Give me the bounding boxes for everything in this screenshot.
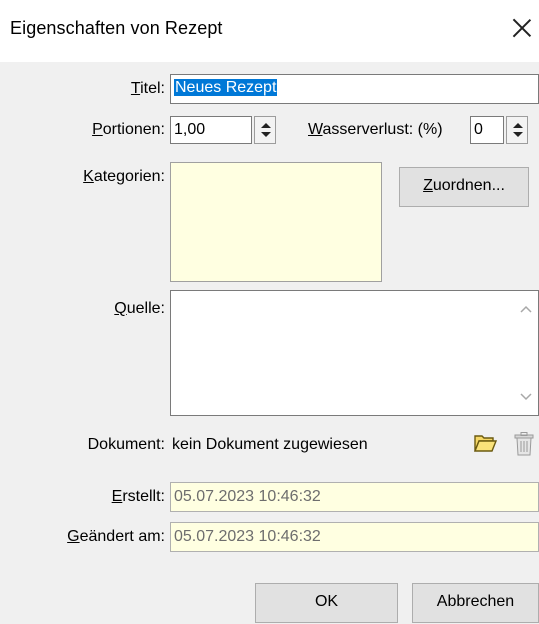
titel-input[interactable]: Neues Rezept bbox=[170, 74, 539, 104]
cancel-button[interactable]: Abbrechen bbox=[412, 583, 539, 623]
properties-dialog: Eigenschaften von Rezept Titel: Neues Re… bbox=[0, 0, 539, 624]
spin-up-icon[interactable] bbox=[261, 123, 271, 128]
spin-down-icon[interactable] bbox=[513, 132, 523, 137]
quelle-textarea[interactable] bbox=[170, 290, 539, 416]
zuordnen-button[interactable]: Zuordnen... bbox=[399, 167, 529, 207]
geaendert-field: 05.07.2023 10:46:32 bbox=[170, 522, 539, 552]
portionen-label: Portionen: bbox=[92, 121, 165, 138]
folder-open-icon[interactable] bbox=[473, 432, 498, 454]
spin-down-icon[interactable] bbox=[261, 132, 271, 137]
close-icon[interactable] bbox=[508, 14, 536, 42]
kategorien-list[interactable] bbox=[170, 162, 382, 282]
portionen-input[interactable]: 1,00 bbox=[170, 116, 252, 144]
trash-icon[interactable] bbox=[513, 432, 535, 456]
window-title: Eigenschaften von Rezept bbox=[10, 18, 223, 38]
spin-up-icon[interactable] bbox=[513, 123, 523, 128]
scroll-up-icon[interactable] bbox=[519, 302, 533, 316]
portionen-spinner[interactable] bbox=[254, 116, 276, 144]
geaendert-value: 05.07.2023 10:46:32 bbox=[174, 528, 321, 545]
ok-button[interactable]: OK bbox=[255, 583, 398, 623]
portionen-value: 1,00 bbox=[174, 121, 206, 138]
kategorien-label: Kategorien: bbox=[83, 168, 165, 185]
wasserverlust-value: 0 bbox=[474, 121, 483, 138]
titel-label: Titel: bbox=[130, 80, 165, 97]
geaendert-label: Geändert am: bbox=[67, 528, 165, 545]
title-bar: Eigenschaften von Rezept bbox=[0, 0, 539, 62]
wasserverlust-label: Wasserverlust: (%) bbox=[308, 121, 443, 138]
erstellt-value: 05.07.2023 10:46:32 bbox=[174, 488, 321, 505]
dokument-value: kein Dokument zugewiesen bbox=[172, 436, 368, 453]
scroll-down-icon[interactable] bbox=[519, 390, 533, 404]
wasserverlust-spinner[interactable] bbox=[506, 116, 528, 144]
quelle-label: Quelle: bbox=[114, 300, 165, 317]
erstellt-field: 05.07.2023 10:46:32 bbox=[170, 482, 539, 512]
wasserverlust-input[interactable]: 0 bbox=[470, 116, 504, 144]
dokument-label: Dokument: bbox=[87, 436, 165, 453]
erstellt-label: Erstellt: bbox=[111, 488, 165, 505]
titel-value: Neues Rezept bbox=[174, 79, 278, 96]
